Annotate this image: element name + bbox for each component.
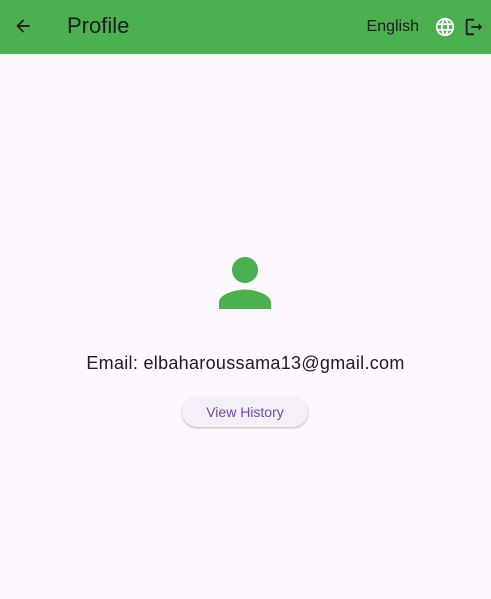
- back-button[interactable]: [8, 7, 38, 45]
- view-history-button[interactable]: View History: [182, 397, 308, 427]
- language-button[interactable]: [432, 14, 458, 40]
- profile-content: Email: elbaharoussama13@gmail.com View H…: [0, 54, 491, 599]
- app-bar-actions: English: [367, 0, 487, 54]
- person-icon: [219, 257, 271, 309]
- logout-button[interactable]: [461, 14, 487, 40]
- arrow-back-icon: [16, 19, 30, 33]
- email-text: Email: elbaharoussama13@gmail.com: [86, 353, 405, 373]
- globe-icon: [435, 17, 455, 37]
- language-label[interactable]: English: [367, 18, 419, 36]
- app-bar: Profile English: [0, 0, 491, 54]
- page-title: Profile: [67, 13, 130, 38]
- logout-icon: [465, 18, 483, 36]
